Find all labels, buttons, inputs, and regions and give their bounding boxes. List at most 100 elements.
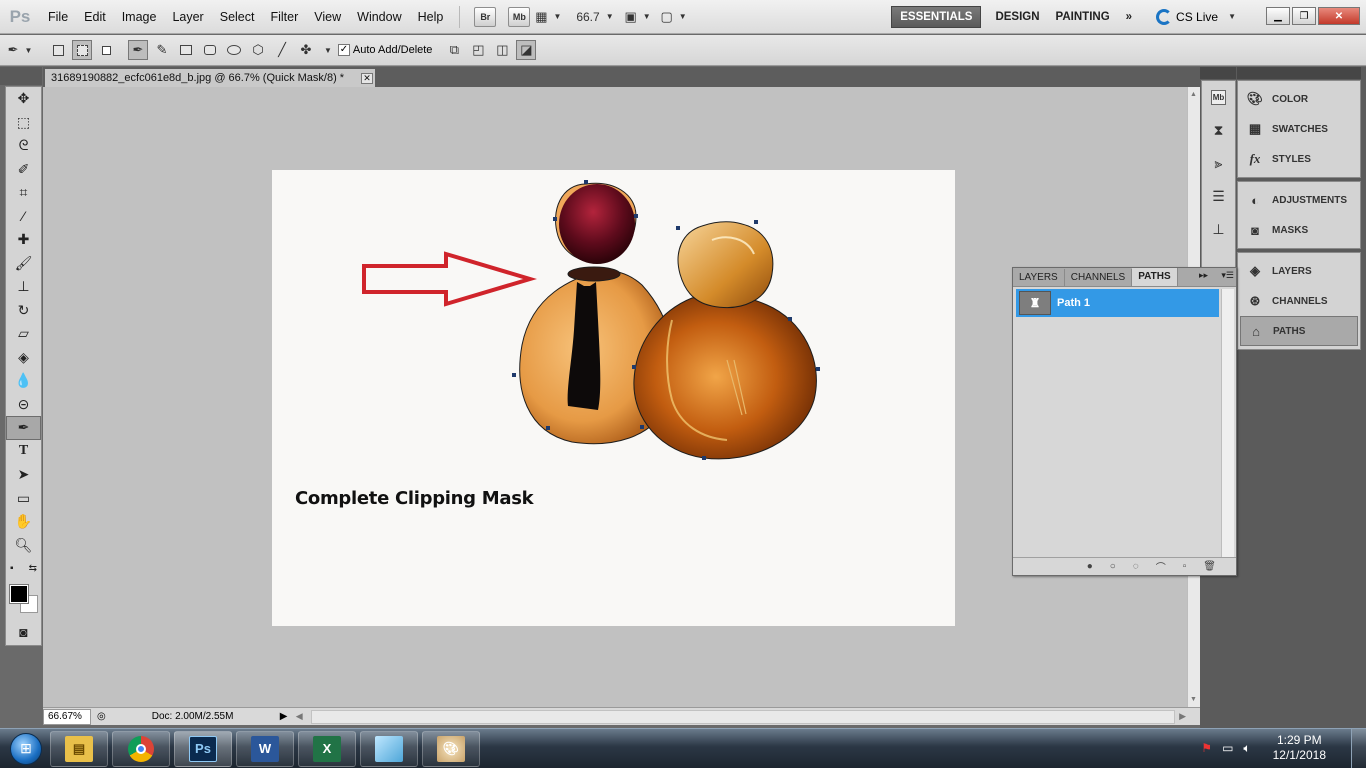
polygon-shape-icon[interactable]: ⬡ [248, 40, 268, 60]
tab-paths[interactable]: PATHS [1132, 268, 1178, 286]
subtract-paths-icon[interactable]: ◰ [468, 40, 488, 60]
hscroll-left-icon[interactable]: ◀ [296, 711, 303, 722]
freeform-pen-icon[interactable]: ✎ [152, 40, 172, 60]
status-zoom-field[interactable]: 66.67% [43, 708, 91, 725]
combine-paths-icon[interactable]: ⧉ [444, 40, 464, 60]
taskbar-word[interactable]: W [236, 730, 294, 767]
geometry-options-icon[interactable]: ▼ [324, 46, 332, 55]
screen-mode-icon[interactable]: ▢ ▼ [661, 7, 687, 27]
paths-mode-icon[interactable] [72, 40, 92, 60]
auto-add-delete-option[interactable]: ✓ Auto Add/Delete [337, 44, 432, 56]
bridge-button[interactable]: Br [474, 6, 497, 27]
extras-menu-icon[interactable]: ▦ ▼ [535, 7, 561, 27]
scroll-up-icon[interactable]: ▲ [1190, 91, 1197, 98]
canvas-horizontal-scrollbar[interactable] [310, 709, 1176, 724]
menu-file[interactable]: File [40, 10, 76, 24]
minimize-button[interactable]: ▁ [1266, 7, 1290, 25]
zoom-level-field[interactable]: 66.7 [576, 10, 599, 24]
move-tool-icon[interactable]: ✥ [6, 87, 41, 111]
scroll-down-icon[interactable]: ▼ [1190, 696, 1197, 703]
dock-item-masks[interactable]: ◙ MASKS [1240, 215, 1358, 245]
menu-edit[interactable]: Edit [76, 10, 114, 24]
taskbar-photoshop[interactable]: Ps [174, 730, 232, 767]
status-menu-arrow-icon[interactable]: ▶ [280, 711, 290, 722]
workspace-more-button[interactable]: » [1118, 6, 1140, 28]
menu-layer[interactable]: Layer [164, 10, 211, 24]
dock-item-layers[interactable]: ◈ LAYERS [1240, 256, 1358, 286]
clock[interactable]: 1:29 PM 12/1/2018 [1273, 733, 1326, 763]
intersect-paths-icon[interactable]: ◫ [492, 40, 512, 60]
restore-button[interactable]: ❐ [1292, 7, 1316, 25]
dock-item-swatches[interactable]: ▦ SWATCHES [1240, 114, 1358, 144]
crop-tool-icon[interactable]: ⌗ [6, 181, 41, 205]
action-center-icon[interactable]: ⚑ [1201, 741, 1212, 755]
tool-preset-pen-icon[interactable]: ✒ ▼ [8, 40, 33, 60]
dock-item-adjustments[interactable]: ◐ ADJUSTMENTS [1240, 185, 1358, 215]
menu-image[interactable]: Image [114, 10, 165, 24]
swap-colors-icon[interactable]: ▪ ⇆ [6, 557, 41, 581]
panel-menu-icon[interactable]: ▾☰ [1221, 270, 1234, 281]
zoom-dropdown-icon[interactable]: ▼ [606, 12, 614, 21]
dock-item-color[interactable]: 🎨︎ COLOR [1240, 84, 1358, 114]
tab-layers[interactable]: LAYERS [1013, 269, 1065, 286]
blur-tool-icon[interactable]: 💧 [6, 369, 41, 393]
dock-item-paths[interactable]: ⌂ PATHS [1240, 316, 1358, 346]
document-tab[interactable]: 31689190882_ecfc061e8d_b.jpg @ 66.7% (Qu… [45, 69, 375, 87]
menu-select[interactable]: Select [212, 10, 263, 24]
close-button[interactable]: ✕ [1318, 7, 1360, 25]
workspace-painting[interactable]: PAINTING [1048, 6, 1118, 28]
shape-layers-icon[interactable] [48, 40, 68, 60]
load-as-selection-icon[interactable]: ◌ [1133, 561, 1139, 572]
status-options-icon[interactable]: ◎ [97, 711, 106, 722]
dock-collapse-handle[interactable] [1200, 67, 1236, 79]
dodge-tool-icon[interactable]: ⊝ [6, 393, 41, 417]
taskbar-explorer[interactable]: ▤ [50, 730, 108, 767]
exclude-paths-icon[interactable]: ◪ [516, 40, 537, 60]
line-shape-icon[interactable]: ╱ [272, 40, 292, 60]
tab-channels[interactable]: CHANNELS [1065, 269, 1133, 286]
document-image[interactable]: Complete Clipping Mask [272, 170, 955, 626]
healing-brush-tool-icon[interactable]: ✚ [6, 228, 41, 252]
close-document-icon[interactable]: ✕ [361, 73, 373, 84]
pen-tool-option-icon[interactable]: ✒ [128, 40, 148, 60]
show-desktop-button[interactable] [1351, 729, 1366, 768]
dock-expand-handle[interactable] [1237, 67, 1361, 79]
brushes-panel-icon[interactable]: ☰ [1202, 180, 1235, 213]
eraser-tool-icon[interactable]: ▱ [6, 322, 41, 346]
path-selection-tool-icon[interactable]: ➤ [6, 463, 41, 487]
ellipse-shape-icon[interactable] [224, 40, 244, 60]
dock-item-styles[interactable]: fx STYLES [1240, 144, 1358, 174]
delete-path-icon[interactable]: 🗑︎ [1203, 561, 1216, 572]
rectangle-tool-icon[interactable]: ▭ [6, 487, 41, 511]
pen-tool-icon[interactable]: ✒ [6, 416, 41, 440]
taskbar-excel[interactable]: X [298, 730, 356, 767]
custom-shape-icon[interactable]: ✤ [296, 40, 316, 60]
hscroll-right-icon[interactable]: ▶ [1179, 711, 1186, 722]
menu-window[interactable]: Window [349, 10, 409, 24]
start-button[interactable]: ⊞ [6, 729, 46, 768]
taskbar-paint[interactable]: 🎨︎ [422, 730, 480, 767]
cs-live-button[interactable]: CS Live ▼ [1156, 8, 1236, 25]
mini-bridge-panel-icon[interactable]: Mb [1202, 81, 1235, 114]
actions-panel-icon[interactable]: ⫸ [1202, 147, 1235, 180]
type-tool-icon[interactable]: T [6, 440, 41, 464]
network-icon[interactable]: ▭ [1222, 741, 1233, 755]
workspace-essentials[interactable]: ESSENTIALS [891, 5, 982, 28]
dock-item-channels[interactable]: ⊛ CHANNELS [1240, 286, 1358, 316]
clone-source-panel-icon[interactable]: ⊥ [1202, 213, 1235, 246]
hand-tool-icon[interactable]: ✋ [6, 510, 41, 534]
tools-panel-header[interactable] [0, 67, 42, 85]
eyedropper-tool-icon[interactable]: ⁄ [6, 205, 41, 229]
fill-pixels-icon[interactable] [96, 40, 116, 60]
path-row[interactable]: ♜ Path 1 [1016, 289, 1219, 317]
marquee-tool-icon[interactable]: ⬚ [6, 111, 41, 135]
clone-stamp-tool-icon[interactable]: ⊥ [6, 275, 41, 299]
zoom-tool-icon[interactable]: 🔍︎ [6, 534, 41, 558]
menu-help[interactable]: Help [410, 10, 452, 24]
taskbar-chrome[interactable] [112, 730, 170, 767]
auto-add-delete-checkbox[interactable]: ✓ [337, 44, 350, 56]
stroke-path-icon[interactable]: ○ [1110, 561, 1116, 572]
make-work-path-icon[interactable]: ⌒ [1156, 559, 1166, 574]
paths-panel-scrollbar[interactable] [1221, 289, 1234, 557]
quick-selection-tool-icon[interactable]: ✐ [6, 158, 41, 182]
